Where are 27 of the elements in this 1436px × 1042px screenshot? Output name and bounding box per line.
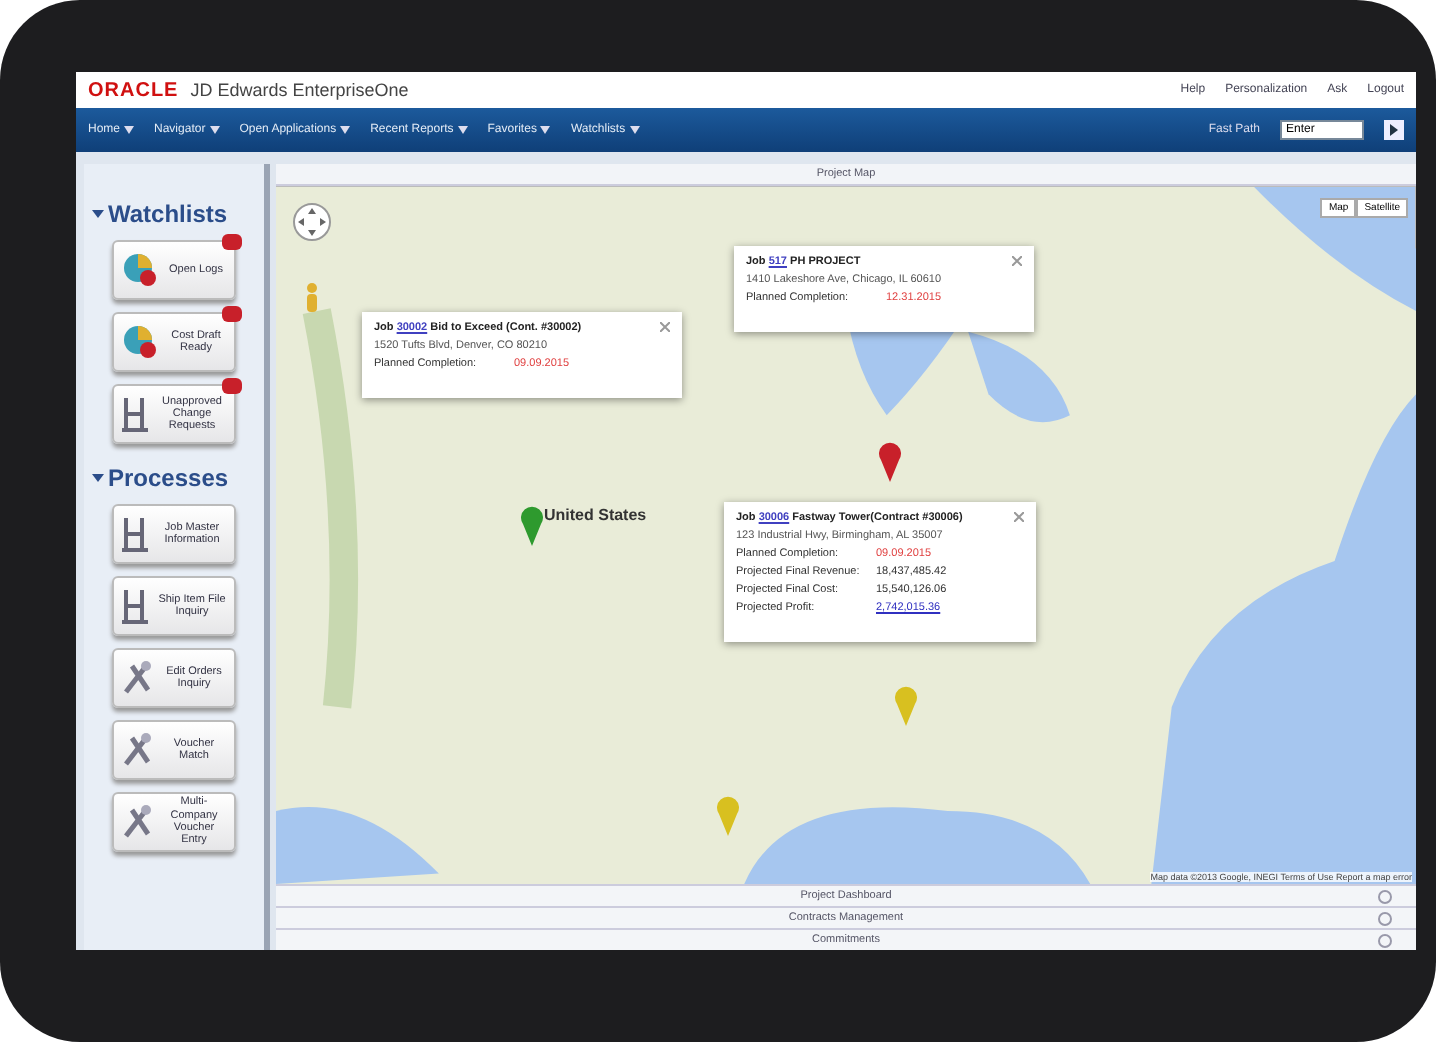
section-header[interactable]: Watchlists (84, 200, 264, 228)
tools-icon (120, 658, 156, 698)
caret-icon (124, 126, 135, 134)
map-pin-icon[interactable] (878, 442, 902, 482)
caret-icon (457, 126, 468, 134)
pegman-icon[interactable] (304, 282, 320, 314)
product-title: JD Edwards EnterpriseOne (190, 80, 409, 100)
tools-icon (120, 730, 156, 770)
caret-icon (540, 126, 551, 134)
map-pin-icon[interactable] (520, 506, 544, 546)
tools-icon (120, 802, 156, 842)
country-label: United States (544, 506, 647, 524)
close-icon[interactable] (1014, 512, 1024, 522)
caret-icon (629, 126, 640, 134)
pan-control-icon[interactable] (292, 202, 332, 242)
arrow-icon (1388, 124, 1400, 136)
section-header[interactable]: Processes (84, 464, 264, 492)
caret-icon (92, 472, 104, 484)
caret-icon (209, 126, 220, 134)
brand-logo: ORACLE (88, 79, 179, 101)
pie-chart-icon (120, 322, 160, 362)
close-icon[interactable] (1012, 256, 1022, 266)
pie-chart-icon (120, 250, 160, 290)
close-icon[interactable] (660, 322, 670, 332)
caret-icon (340, 126, 351, 134)
caret-icon (92, 208, 104, 220)
go-button[interactable] (1384, 120, 1404, 140)
